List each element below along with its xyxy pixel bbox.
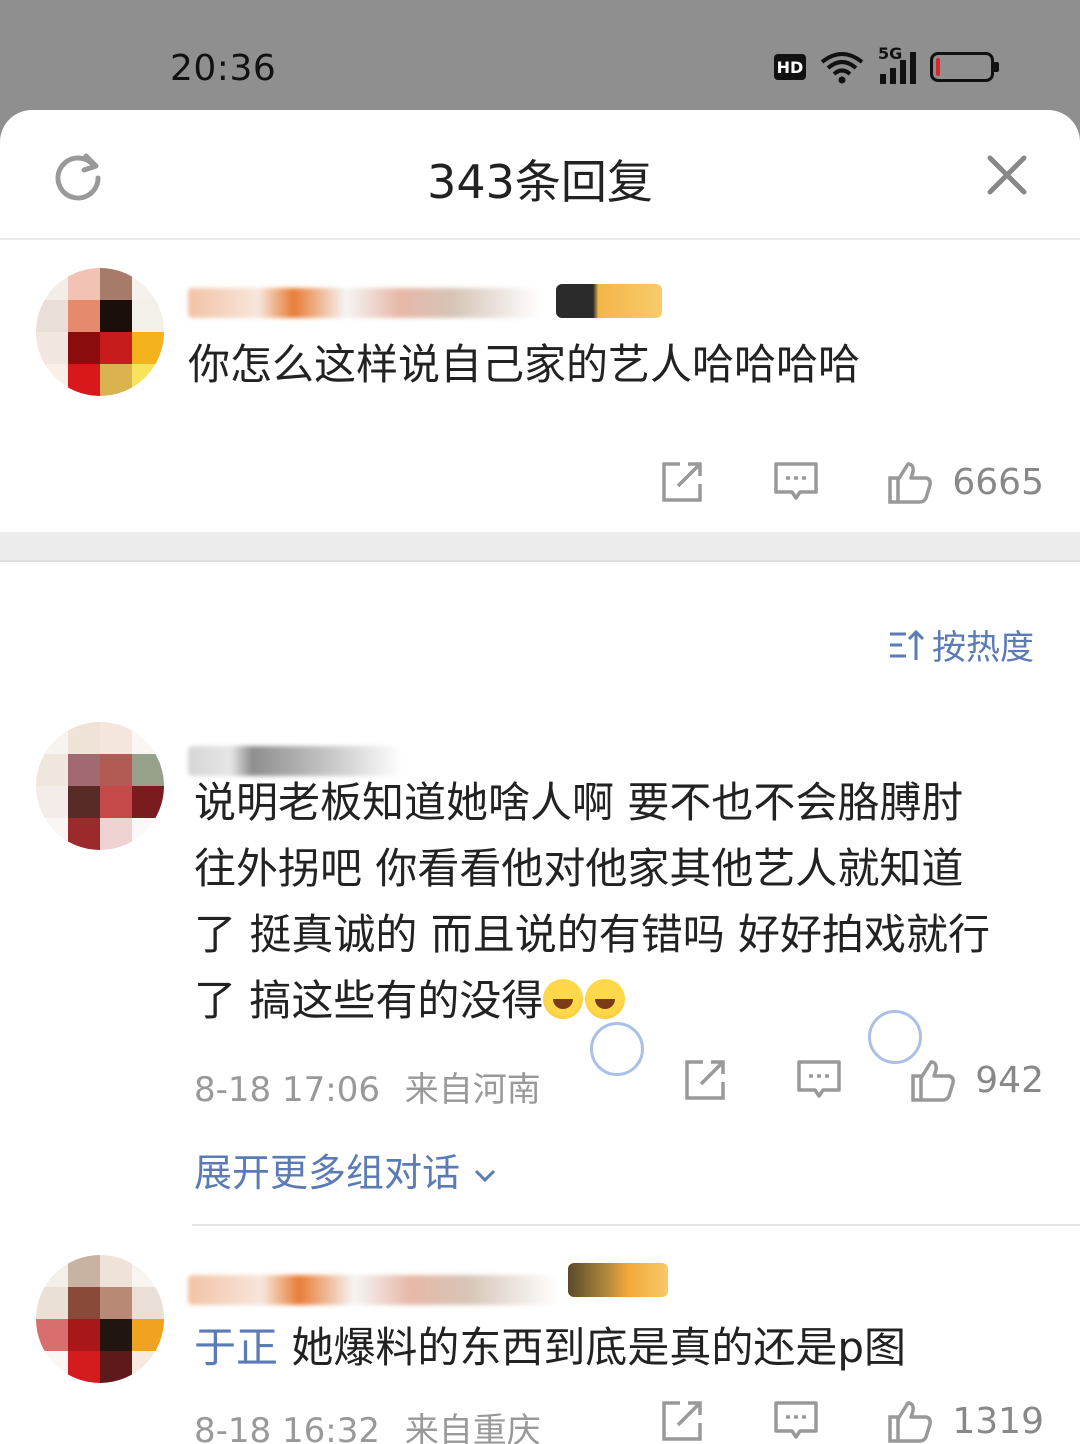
root-comment: 你怎么这样说自己家的艺人哈哈哈哈 6665 [0, 240, 1080, 532]
reply-time: 8-18 16:32 [194, 1411, 380, 1444]
reply-location: 来自重庆 [404, 1411, 541, 1444]
like-icon[interactable] [909, 1056, 957, 1104]
comment-actions: 6665 [658, 458, 1044, 506]
reply-line: 说明老板知道她啥人啊 要不也不会胳膊肘 [194, 778, 964, 827]
reply-meta: 8-18 16:32 来自重庆 [194, 1403, 541, 1444]
reply-line: 往外拐吧 你看看他对他家其他艺人就知道 [194, 844, 964, 893]
sort-label: 按热度 [932, 628, 1034, 668]
username-blurred[interactable] [188, 1275, 558, 1305]
close-icon[interactable] [982, 150, 1032, 200]
reply-text: 于正 她爆料的东西到底是真的还是p图 [194, 1315, 1044, 1381]
chevron-down-icon [475, 1169, 496, 1182]
hd-icon: HD [774, 54, 806, 80]
wifi-icon [820, 52, 864, 84]
comment-icon[interactable] [772, 458, 820, 506]
battery-level [936, 58, 940, 76]
vip-badge-icon [568, 1263, 668, 1297]
sort-row: 按热度 [0, 562, 1080, 722]
sort-icon [890, 629, 925, 660]
replies-sheet: 343条回复 你怎么这样说自己家的艺人哈哈哈哈 6665 按热度 说明老板知道她… [0, 110, 1080, 1444]
vip-badge-icon [556, 284, 662, 318]
share-icon[interactable] [658, 458, 706, 506]
reply-text: 说明老板知道她啥人啊 要不也不会胳膊肘 往外拐吧 你看看他对他家其他艺人就知道 … [194, 770, 1044, 1034]
like-icon[interactable] [886, 1397, 934, 1444]
reply-item: 说明老板知道她啥人啊 要不也不会胳膊肘 往外拐吧 你看看他对他家其他艺人就知道 … [0, 722, 1080, 1227]
cellular-icon: 5G [878, 44, 916, 84]
reply-separator [192, 1224, 1080, 1226]
reply-line: 了 挺真诚的 而且说的有错吗 好好拍戏就行 [194, 910, 991, 959]
expand-label: 展开更多组对话 [194, 1151, 461, 1195]
reply-body: 她爆料的东西到底是真的还是p图 [278, 1323, 907, 1372]
reply-location: 来自河南 [404, 1070, 541, 1110]
section-divider [0, 532, 1080, 562]
status-bar: 20:36 HD 5G [0, 0, 1080, 120]
like-count: 942 [975, 1059, 1044, 1101]
expand-conversation-link[interactable]: 展开更多组对话 [194, 1142, 498, 1197]
share-icon[interactable] [658, 1397, 706, 1444]
username-blurred[interactable] [188, 288, 540, 318]
reply-actions: 942 [681, 1056, 1044, 1104]
reply-item: 于正 她爆料的东西到底是真的还是p图 8-18 16:32 来自重庆 1319 [0, 1227, 1080, 1444]
sheet-title: 343条回复 [427, 155, 653, 209]
like-icon[interactable] [886, 458, 934, 506]
avatar[interactable] [36, 268, 164, 396]
reply-time: 8-18 17:06 [194, 1070, 380, 1110]
mention-link[interactable]: 于正 [194, 1323, 278, 1372]
status-time: 20:36 [170, 48, 277, 89]
comment-text: 你怎么这样说自己家的艺人哈哈哈哈 [188, 340, 861, 389]
battery-icon [930, 52, 999, 82]
avatar[interactable] [36, 1255, 164, 1383]
share-icon[interactable] [681, 1056, 729, 1104]
avatar[interactable] [36, 722, 164, 850]
comment-icon[interactable] [772, 1397, 820, 1444]
laughing-crying-emoji [543, 979, 584, 1019]
reply-line: 了 搞这些有的没得 [194, 976, 544, 1025]
sort-button[interactable]: 按热度 [888, 620, 1034, 669]
reply-meta: 8-18 17:06 来自河南 [194, 1062, 541, 1111]
sheet-header: 343条回复 [0, 110, 1080, 240]
touch-ring [590, 1022, 644, 1076]
like-count: 6665 [952, 461, 1044, 503]
network-type-label: 5G [878, 44, 903, 63]
reply-actions: 1319 [658, 1397, 1044, 1444]
comment-icon[interactable] [795, 1056, 843, 1104]
like-count: 1319 [952, 1400, 1044, 1442]
status-icons: HD 5G [774, 44, 999, 84]
laughing-crying-emoji [585, 979, 626, 1019]
